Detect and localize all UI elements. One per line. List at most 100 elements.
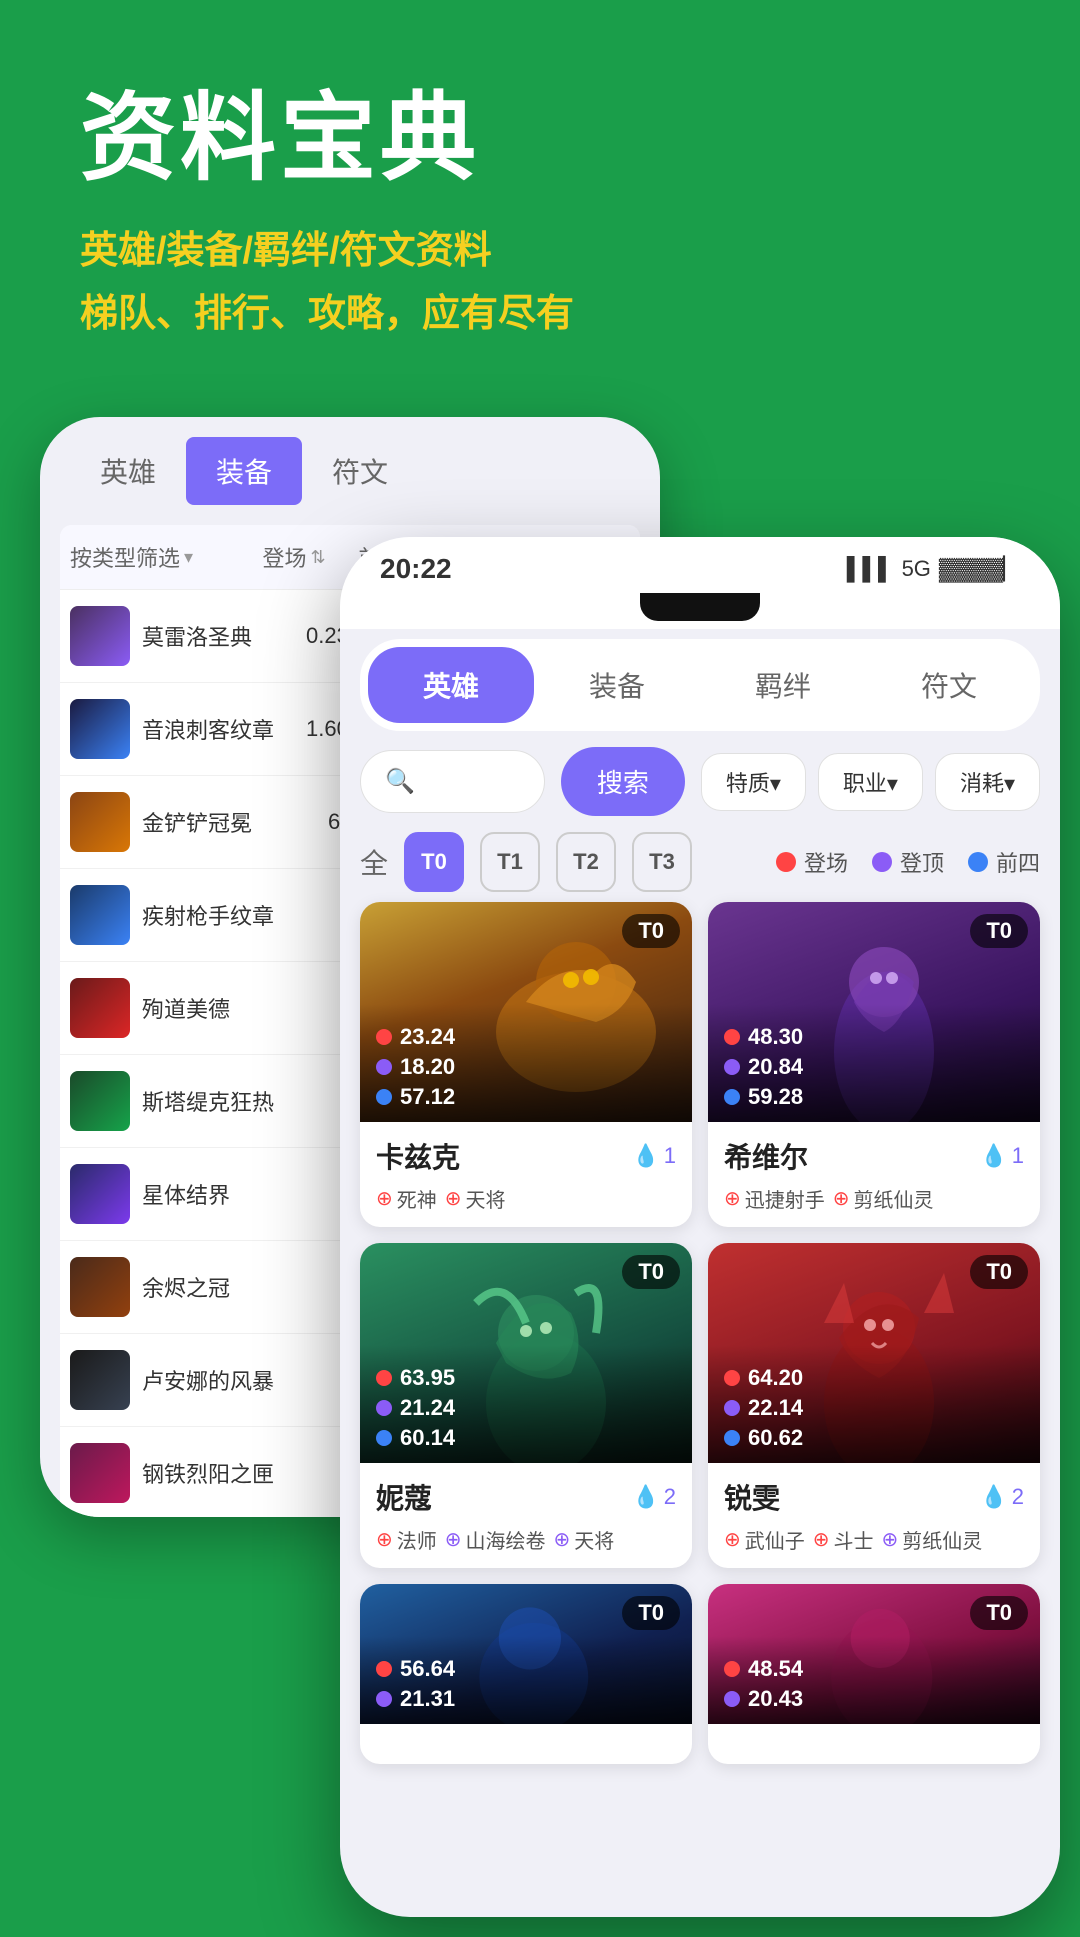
stat-line-dengding-4: 22.14 [724,1395,1024,1421]
stat-line-dengding: 18.20 [376,1054,676,1080]
tab-rune[interactable]: 符文 [866,647,1032,723]
battery-icon: ▓▓▓▓▏ [939,556,1020,582]
status-time: 20:22 [380,553,452,585]
filter-arrow: ▾ [184,547,193,568]
stat-line-qiansi-3: 60.14 [376,1425,676,1451]
search-button[interactable]: 搜索 [561,747,685,816]
item-icon [70,1071,130,1131]
hero-card-5[interactable]: T0 56.64 21.31 [360,1584,692,1764]
hero-tag-jianzhixianling2: ⊕ 剪纸仙灵 [882,1525,983,1554]
bg-tab-hero[interactable]: 英雄 [70,437,186,505]
hero-tags: ⊕ 死神 ⊕ 天将 [376,1184,676,1213]
bg-phone-tabs: 英雄 装备 符文 [60,437,640,505]
tier-row: 全 T0 T1 T2 T3 登场 登顶 前四 [360,832,1040,892]
hero-card-image: T0 23.24 18.20 57.12 [360,902,692,1122]
hero-tag-fashi: ⊕ 法师 [376,1525,437,1554]
stat-line-dengchang-4: 64.20 [724,1365,1024,1391]
legend-row: 登场 登顶 前四 [776,846,1040,878]
item-icon [70,606,130,666]
hero-card-image-4: T0 64.20 22.14 60.62 [708,1243,1040,1463]
tab-equipment[interactable]: 装备 [534,647,700,723]
item-icon [70,978,130,1038]
stat-dot-red-2 [724,1029,740,1045]
card-tier-badge: T0 [622,914,680,948]
tier-all[interactable]: 全 [360,842,388,882]
hero-name-3: 妮蔻 [376,1477,432,1517]
col-dengchang[interactable]: 登场 ⇅ [246,541,342,573]
stat-dot-blue-3 [376,1430,392,1446]
stat-line-qiansi-4: 60.62 [724,1425,1024,1451]
stat-dot-purple [376,1059,392,1075]
stat-dot-blue-2 [724,1089,740,1105]
network-label: 5G [902,556,931,582]
phones-container: 英雄 装备 符文 按类型筛选 ▾ 登场 ⇅ 前四 ⇅ [40,417,1040,1937]
bg-tab-equipment[interactable]: 装备 [186,437,302,505]
hero-tag-xunjie: ⊕ 迅捷射手 [724,1184,825,1213]
item-name: 星体结界 [142,1178,295,1210]
hero-tag-tianjiang: ⊕ 天将 [445,1184,506,1213]
item-name: 余烬之冠 [142,1271,295,1303]
hero-card-kazik[interactable]: T0 23.24 18.20 57.12 [360,902,692,1227]
rank-icon-2: 💧 [980,1143,1007,1169]
hero-card-sivir[interactable]: T0 48.30 20.84 59.28 [708,902,1040,1227]
hero-card-neeko[interactable]: T0 63.95 21.24 60.14 [360,1243,692,1568]
hero-card-info-2: 希维尔 💧1 ⊕ 迅捷射手 ⊕ 剪纸仙灵 [708,1122,1040,1227]
page-title: 资料宝典 [80,60,1000,199]
rank-icon: 💧 [632,1143,659,1169]
card-stats-overlay-3: 63.95 21.24 60.14 [360,1345,692,1463]
bg-tab-rune[interactable]: 符文 [302,437,418,505]
status-bar: 20:22 ▌▌▌ 5G ▓▓▓▓▏ [340,537,1060,593]
hero-name-row-3: 妮蔻 💧2 [376,1477,676,1517]
foreground-phone: 20:22 ▌▌▌ 5G ▓▓▓▓▏ 英雄 装备 羁绊 符文 🔍 搜索 [340,537,1060,1917]
tier-t1[interactable]: T1 [480,832,540,892]
item-name: 音浪刺客纹章 [142,713,295,745]
hero-name-2: 希维尔 [724,1136,808,1176]
stat-dot-purple-2 [724,1059,740,1075]
item-name: 莫雷洛圣典 [142,620,295,652]
hero-tags-2: ⊕ 迅捷射手 ⊕ 剪纸仙灵 [724,1184,1024,1213]
hero-card-6[interactable]: T0 48.54 20.43 [708,1584,1040,1764]
card-tier-badge-4: T0 [970,1255,1028,1289]
stat-dot-red-3 [376,1370,392,1386]
col-type-filter[interactable]: 按类型筛选 ▾ [70,541,246,573]
hero-tags-3: ⊕ 法师 ⊕ 山海绘卷 ⊕ 天将 [376,1525,676,1554]
card-stats-overlay-5: 56.64 21.31 [360,1636,692,1724]
tab-hero[interactable]: 英雄 [368,647,534,723]
rank-icon-4: 💧 [980,1484,1007,1510]
item-name: 疾射枪手纹章 [142,899,295,931]
item-icon [70,1164,130,1224]
item-icon [70,885,130,945]
hero-tag-doushi: ⊕ 斗士 [813,1525,874,1554]
hero-card-info-3: 妮蔻 💧2 ⊕ 法师 ⊕ 山海绘卷 ⊕ 天将 [360,1463,692,1568]
stat-dot-red-4 [724,1370,740,1386]
hero-rank-2: 💧1 [980,1143,1024,1169]
tier-t0[interactable]: T0 [404,832,464,892]
stat-line-dengchang-3: 63.95 [376,1365,676,1391]
stat-line-dengchang: 23.24 [376,1024,676,1050]
tier-t2[interactable]: T2 [556,832,616,892]
legend-dot-red [776,852,796,872]
filter-cost[interactable]: 消耗▾ [935,753,1040,811]
hero-rank-3: 💧2 [632,1484,676,1510]
stat-line-dengding-2: 20.84 [724,1054,1024,1080]
tab-bond[interactable]: 羁绊 [700,647,866,723]
tag-dot-red: ⊕ [376,1186,393,1211]
stat-line-qiansi-2: 59.28 [724,1084,1024,1110]
filter-job[interactable]: 职业▾ [818,753,923,811]
stat-dot-blue [376,1089,392,1105]
subtitle1: 英雄/装备/羁绊/符文资料 [80,219,1000,274]
search-row: 🔍 搜索 特质▾ 职业▾ 消耗▾ [360,747,1040,816]
card-stats-overlay: 23.24 18.20 57.12 [360,1004,692,1122]
hero-card-riven[interactable]: T0 64.20 22.14 60.62 [708,1243,1040,1568]
hero-tag-tianjiang2: ⊕ 天将 [554,1525,615,1554]
search-icon: 🔍 [385,767,415,796]
tier-t3[interactable]: T3 [632,832,692,892]
hero-rank-4: 💧2 [980,1484,1024,1510]
card-tier-badge-2: T0 [970,914,1028,948]
hero-name-row: 卡兹克 💧1 [376,1136,676,1176]
stat-dot-purple-4 [724,1400,740,1416]
filter-trait[interactable]: 特质▾ [701,753,806,811]
item-name: 斯塔缇克狂热 [142,1085,295,1117]
filter-chips: 特质▾ 职业▾ 消耗▾ [701,753,1040,811]
legend-dengding: 登顶 [872,846,944,878]
